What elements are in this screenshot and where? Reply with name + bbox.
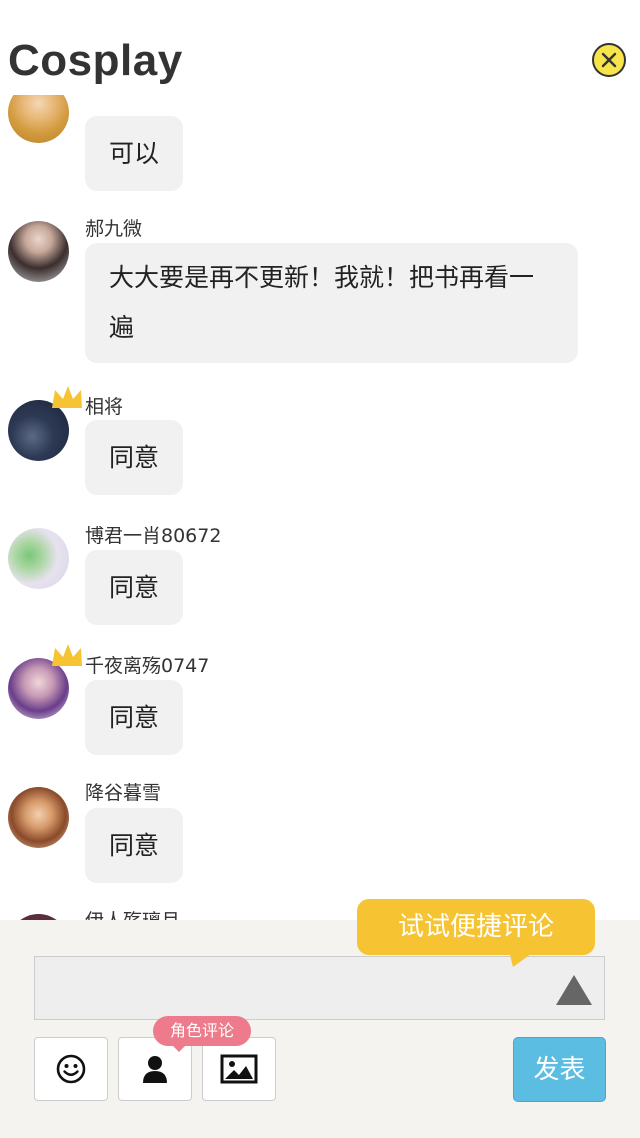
quick-comment-tip[interactable]: 试试便捷评论 [357,899,595,967]
comment-username[interactable]: 郝九微 [85,214,142,241]
comment-bubble: 同意 [85,420,184,495]
avatar[interactable] [8,221,69,282]
close-icon [601,52,617,68]
emoji-icon [56,1054,86,1084]
post-button[interactable]: 发表 [513,1037,606,1102]
comment-composer: 试试便捷评论 角色评论 发表 [0,899,640,1138]
comment-bubble: 可以 [85,116,184,191]
image-button[interactable] [202,1037,276,1101]
comment-username[interactable]: 伊人殇璃月 [85,906,180,920]
page-title: Cosplay [8,36,183,85]
comment-username[interactable]: 博君一肖80672 [85,521,221,548]
comment-bubble: 大大要是再不更新！我就！把书再看一遍 [85,243,578,363]
comment-username[interactable]: 相将 [85,392,123,419]
person-icon [143,1056,167,1083]
crown-icon [52,644,82,666]
comment-bubble: 同意 [85,808,184,883]
emoji-button[interactable] [34,1037,108,1101]
comment-username[interactable]: 千夜离殇0747 [85,651,209,678]
comment-username[interactable]: 降谷暮雪 [85,778,161,805]
header: Cosplay [0,0,640,95]
close-button[interactable] [592,43,626,77]
crown-icon [52,386,82,408]
comment-feed[interactable]: 可以 郝九微 大大要是再不更新！我就！把书再看一遍 相将 同意 博君一肖8067… [0,70,640,920]
triangle-up-icon[interactable] [556,975,592,1005]
avatar[interactable] [8,528,69,589]
role-comment-tag: 角色评论 [153,1016,251,1052]
comment-bubble: 同意 [85,550,184,625]
comment-bubble: 同意 [85,680,184,755]
avatar[interactable] [8,787,69,848]
image-icon [220,1054,258,1084]
